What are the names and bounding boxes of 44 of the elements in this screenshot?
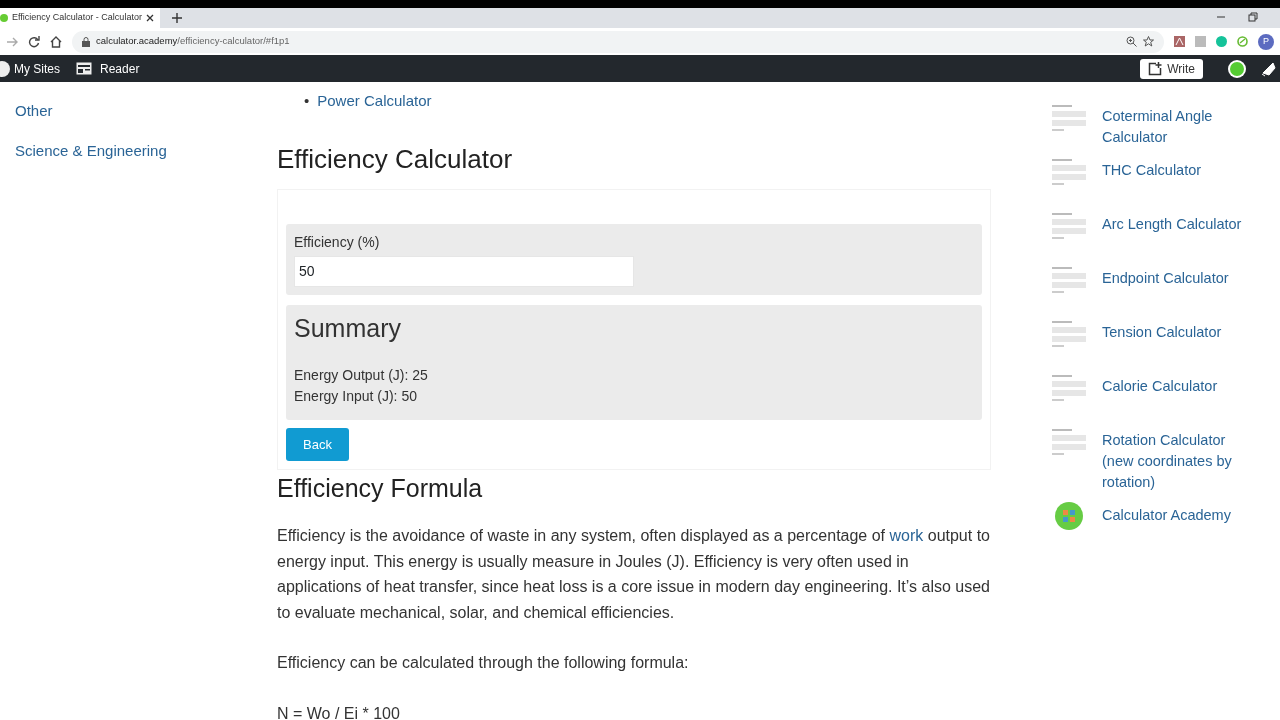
related-link[interactable]: Power Calculator [317, 90, 432, 113]
efficiency-input[interactable]: 50 [294, 255, 634, 287]
avatar-icon[interactable] [1228, 59, 1246, 78]
page-title: Efficiency Calculator [277, 143, 514, 175]
sidebar-link[interactable]: Calorie Calculator [1102, 376, 1252, 429]
new-post-icon [1148, 61, 1163, 76]
category-link[interactable]: Science & Engineering [15, 139, 277, 162]
admin-link[interactable]: My Sites [14, 59, 60, 78]
summary-title: Summary [294, 312, 402, 343]
sidebar-link[interactable]: THC Calculator [1102, 160, 1252, 213]
write-button[interactable]: Write [1140, 58, 1203, 79]
favicon-icon [0, 14, 8, 22]
reload-icon[interactable] [28, 35, 40, 48]
sidebar-link[interactable]: Tension Calculator [1102, 322, 1252, 375]
sidebar-link[interactable]: Endpoint Calculator [1102, 268, 1252, 321]
address-bar[interactable]: calculator.academy/efficiency-calculator/#f1p1 [72, 30, 1164, 53]
close-icon[interactable] [146, 14, 154, 22]
star-icon[interactable] [1143, 36, 1154, 47]
lock-icon [82, 36, 90, 47]
profile-avatar[interactable]: P [1258, 33, 1274, 50]
sidebar-link[interactable]: Rotation Calculator (new coordinates by rotation) [1102, 430, 1252, 493]
category-link[interactable]: Other [15, 100, 277, 123]
new-tab-icon[interactable] [172, 13, 182, 23]
formula-text: N = Wo / Ei * 100 [277, 703, 401, 720]
body-paragraph: Efficiency can be calculated through the following formula: [277, 653, 690, 674]
body-paragraph: Efficiency is the avoidance of waste in any system, often displayed as a percentage of work output to energy input. This energy is usually measure in Joules (J). Efficiency is very often used in applications of heat transfer, since heat loss is a core issue in modern day engineering. It’s also used to evaluate mechanical, solar, and chemical efficiencies. [277, 526, 991, 623]
list-bullet: • [304, 91, 310, 111]
logo-icon[interactable] [1054, 501, 1084, 531]
browser-tab[interactable]: Efficiency Calculator - Calculator [0, 8, 160, 28]
sidebar-link[interactable]: Arc Length Calculator [1102, 214, 1252, 267]
home-icon[interactable] [50, 35, 62, 48]
field-label: Efficiency (%) [294, 232, 381, 252]
admin-link[interactable]: Reader [100, 59, 140, 78]
inline-link[interactable]: work [889, 527, 924, 545]
reader-icon[interactable] [76, 62, 92, 75]
url-text: calculator.academy/efficiency-calculator/#f1p1 [96, 34, 290, 49]
zoom-icon[interactable] [1126, 36, 1137, 47]
section-heading: Efficiency Formula [277, 473, 484, 504]
restore-icon[interactable] [1248, 12, 1258, 22]
sidebar-link[interactable]: Calculator Academy [1102, 505, 1252, 558]
summary-line: Energy Input (J): 50 [294, 387, 418, 407]
summary-line: Energy Output (J): 25 [294, 365, 429, 385]
pdf-extension-icon[interactable] [1174, 36, 1185, 47]
sidebar-link[interactable]: Coterminal Angle Calculator [1102, 106, 1252, 159]
